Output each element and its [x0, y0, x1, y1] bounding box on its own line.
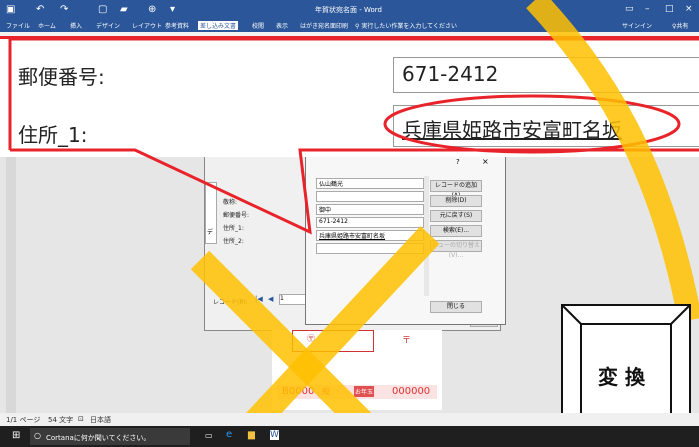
explorer-icon[interactable]: ▆: [248, 430, 255, 440]
proofing-icon[interactable]: ⊡: [78, 415, 84, 423]
callout-pointer: [10, 148, 699, 235]
word-count[interactable]: 54 文字: [48, 415, 73, 425]
cortana-icon: ○: [34, 431, 41, 440]
cortana-placeholder: Cortanaに何か聞いてください。: [46, 434, 151, 442]
arc-stroke: [526, 0, 699, 323]
windows-start-icon[interactable]: ⊞: [12, 430, 20, 441]
status-bar: 1/1 ページ 54 文字 ⊡ 日本語: [0, 413, 699, 426]
henkan-label: 変 換: [598, 365, 645, 389]
edge-icon[interactable]: e: [226, 429, 232, 440]
task-view-icon[interactable]: ▭: [205, 431, 213, 440]
taskbar: ⊞ ○ Cortanaに何か聞いてください。 ▭ e ▆ W: [0, 426, 699, 447]
cortana-search-box[interactable]: ○ Cortanaに何か聞いてください。: [30, 428, 190, 445]
word-taskbar-icon[interactable]: W: [270, 430, 279, 440]
page-count[interactable]: 1/1 ページ: [6, 415, 40, 425]
language[interactable]: 日本語: [90, 415, 111, 425]
